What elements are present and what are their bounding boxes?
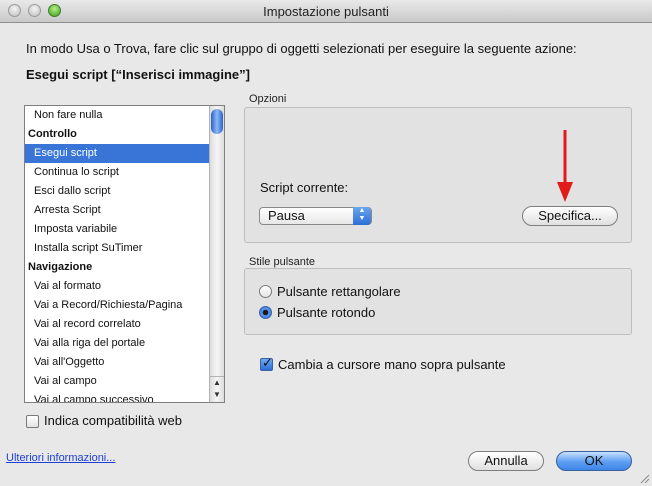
scrollbar-thumb[interactable] [211, 109, 223, 134]
list-item[interactable]: Imposta variabile [25, 220, 211, 239]
list-item[interactable]: Installa script SuTimer [25, 239, 211, 258]
action-list-items: Non fare nulla Controllo Esegui script Cont… [25, 106, 211, 402]
radio-rectangular[interactable] [259, 285, 272, 298]
list-item[interactable]: Vai a Record/Richiesta/Pagina [25, 296, 211, 315]
annotation-arrow-icon [557, 130, 573, 202]
list-item[interactable]: Vai alla riga del portale [25, 334, 211, 353]
list-item[interactable]: Esegui script [25, 144, 211, 163]
script-popup[interactable]: Pausa ▲ ▼ [259, 207, 372, 225]
window-title: Impostazione pulsanti [263, 4, 389, 19]
list-item[interactable]: Non fare nulla [25, 106, 211, 125]
list-item[interactable]: Vai al campo [25, 372, 211, 391]
radio-rectangular-label[interactable]: Pulsante rettangolare [277, 284, 401, 299]
hand-cursor-checkbox[interactable]: ✓ [260, 355, 273, 371]
scroll-down-arrow-icon[interactable]: ▼ [210, 389, 224, 401]
list-item[interactable]: Vai al record correlato [25, 315, 211, 334]
resize-grip-icon[interactable] [638, 472, 650, 484]
radio-round-label[interactable]: Pulsante rotondo [277, 305, 375, 320]
hand-cursor-label[interactable]: Cambia a cursore mano sopra pulsante [278, 357, 506, 372]
current-script-label: Script corrente: [260, 180, 349, 195]
script-popup-value: Pausa [268, 208, 305, 223]
web-compat-checkbox[interactable] [26, 415, 39, 428]
dialog-window: Impostazione pulsanti In modo Usa o Trov… [0, 0, 652, 486]
cancel-button[interactable]: Annulla [468, 451, 544, 471]
current-action-text: Esegui script [“Inserisci immagine”] [26, 67, 250, 82]
ok-button[interactable]: OK [556, 451, 632, 471]
list-item[interactable]: Vai al campo successivo [25, 391, 211, 402]
instruction-text: In modo Usa o Trova, fare clic sul grupp… [26, 41, 577, 56]
checkmark-icon: ✓ [262, 355, 273, 370]
radio-round[interactable] [259, 306, 272, 319]
title-bar[interactable]: Impostazione pulsanti [0, 0, 652, 23]
specify-button[interactable]: Specifica... [522, 206, 618, 226]
list-item[interactable]: Arresta Script [25, 201, 211, 220]
options-group-label: Opzioni [249, 93, 287, 105]
list-item[interactable]: Continua lo script [25, 163, 211, 182]
list-item[interactable]: Vai al formato [25, 277, 211, 296]
list-section-header: Navigazione [28, 261, 93, 273]
list-item[interactable]: Esci dallo script [25, 182, 211, 201]
action-list-scrollbar[interactable]: ▲ ▼ [209, 106, 224, 402]
more-info-link[interactable]: Ulteriori informazioni... [6, 452, 115, 464]
button-style-group-label: Stile pulsante [249, 256, 316, 268]
button-style-group [244, 268, 632, 335]
web-compat-label[interactable]: Indica compatibilità web [44, 413, 182, 428]
list-item[interactable]: Vai all'Oggetto [25, 353, 211, 372]
popup-arrows-icon: ▲ ▼ [353, 207, 371, 225]
list-section-header: Controllo [28, 128, 77, 140]
scroll-up-arrow-icon[interactable]: ▲ [210, 376, 224, 389]
action-list[interactable]: Non fare nulla Controllo Esegui script Cont… [24, 105, 225, 403]
